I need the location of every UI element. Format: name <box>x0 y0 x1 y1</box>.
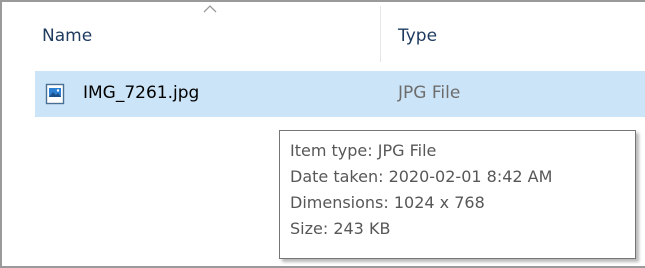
file-row[interactable]: IMG_7261.jpg JPG File <box>35 71 645 117</box>
column-header-type[interactable]: Type <box>398 26 437 46</box>
chevron-up-icon[interactable] <box>203 4 217 14</box>
column-divider[interactable] <box>380 6 381 62</box>
tooltip-dimensions: Dimensions: 1024 x 768 <box>290 193 485 212</box>
tooltip-date-taken: Date taken: 2020-02-01 8:42 AM <box>290 167 553 186</box>
tooltip-size: Size: 243 KB <box>290 219 391 238</box>
image-file-icon <box>45 83 65 105</box>
tooltip-item-type: Item type: JPG File <box>290 141 437 160</box>
file-info-tooltip: Item type: JPG File Date taken: 2020-02-… <box>279 130 636 259</box>
file-name: IMG_7261.jpg <box>83 83 200 103</box>
file-type: JPG File <box>398 83 461 103</box>
file-explorer-list: Name Type IMG_7261.jpg JPG File Item typ… <box>0 0 645 268</box>
column-header-name[interactable]: Name <box>42 26 92 46</box>
column-header: Name Type <box>2 2 645 64</box>
